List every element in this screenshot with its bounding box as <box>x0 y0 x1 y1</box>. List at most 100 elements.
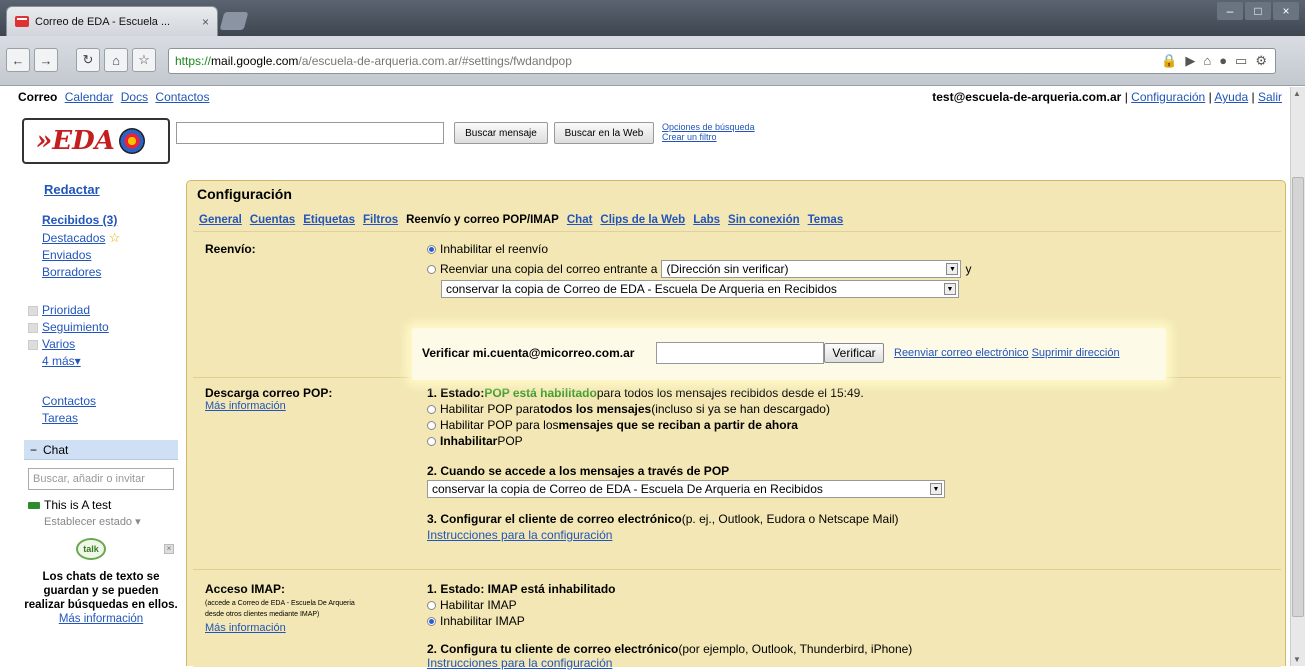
label-color-swatch <box>28 322 38 333</box>
pop-instructions-link[interactable]: Instrucciones para la configuración <box>427 528 612 542</box>
option-label: Habilitar IMAP <box>440 598 517 612</box>
tab-general[interactable]: General <box>199 214 242 226</box>
imap-instructions-link[interactable]: Instrucciones para la configuración <box>427 656 612 670</box>
help-link[interactable]: Ayuda <box>1214 90 1248 104</box>
pop-disable-option[interactable]: Inhabilitar POP <box>427 434 523 448</box>
pop-all-option[interactable]: Habilitar POP para todos los mensajes (i… <box>427 402 830 416</box>
tab-accounts[interactable]: Cuentas <box>250 214 295 226</box>
eda-logo[interactable]: »EDA <box>22 118 170 164</box>
compose-link[interactable]: Redactar <box>44 182 100 197</box>
radio-unselected[interactable] <box>427 420 436 430</box>
search-web-button[interactable]: Buscar en la Web <box>554 122 654 144</box>
page-menu-icon[interactable]: ▭ <box>1235 53 1247 69</box>
pop-more-info-link[interactable]: Más información <box>205 400 286 412</box>
tab-chat[interactable]: Chat <box>567 214 593 226</box>
imap-client-link-row: Instrucciones para la configuración <box>427 656 612 670</box>
imap-more-info-link[interactable]: Más información <box>205 622 286 634</box>
browser-tab[interactable]: Correo de EDA - Escuela ... × <box>6 6 218 36</box>
stop-icon[interactable]: ● <box>1219 53 1227 69</box>
minimize-icon[interactable]: – <box>1217 2 1243 20</box>
signout-link[interactable]: Salir <box>1258 90 1282 104</box>
verify-button[interactable]: Verificar <box>824 343 884 363</box>
account-email: test@escuela-de-arqueria.com.ar <box>932 90 1122 104</box>
wrench-icon[interactable]: ⚙ <box>1255 53 1267 69</box>
star-icon: ☆ <box>108 230 121 245</box>
nav-calendar[interactable]: Calendar <box>65 90 114 104</box>
more-labels-link[interactable]: 4 más▾ <box>42 354 81 368</box>
pop-when-option: conservar la copia de Correo de EDA - Es… <box>427 480 945 498</box>
logo-text: »EDA <box>36 126 115 156</box>
maximize-icon[interactable]: □ <box>1245 2 1271 20</box>
settings-link[interactable]: Configuración <box>1131 90 1205 104</box>
nav-docs[interactable]: Docs <box>121 90 148 104</box>
tab-offline[interactable]: Sin conexión <box>728 214 800 226</box>
chat-self[interactable]: This is A test <box>28 498 178 512</box>
scroll-down-icon[interactable]: ▼ <box>1293 655 1301 664</box>
play-icon[interactable]: ▶ <box>1185 53 1195 69</box>
inbox-link[interactable]: Recibidos (3) <box>42 213 117 227</box>
chat-more-info-link[interactable]: Más información <box>59 613 143 625</box>
tab-labels[interactable]: Etiquetas <box>303 214 355 226</box>
search-mail-button[interactable]: Buscar mensaje <box>454 122 548 144</box>
mail-search-input[interactable] <box>176 122 444 144</box>
forward-icon[interactable]: → <box>34 48 58 72</box>
page-scrollbar[interactable]: ▲ ▼ <box>1290 87 1305 666</box>
tasks-link[interactable]: Tareas <box>42 411 78 425</box>
create-filter-link[interactable]: Crear un filtro <box>662 132 717 142</box>
radio-unselected[interactable] <box>427 404 436 414</box>
tab-close-icon[interactable]: × <box>202 15 209 29</box>
chat-search-input[interactable]: Buscar, añadir o invitar <box>28 468 174 490</box>
lock-icon[interactable]: 🔒 <box>1161 53 1177 69</box>
address-bar[interactable]: https:// mail.google.com /a/escuela-de-a… <box>168 48 1276 74</box>
close-window-icon[interactable]: × <box>1273 2 1299 20</box>
radio-selected[interactable] <box>427 244 436 254</box>
home-icon[interactable]: ⌂ <box>104 48 128 72</box>
tab-title: Correo de EDA - Escuela ... <box>35 15 171 28</box>
option-label: Habilitar POP para los <box>440 418 559 432</box>
chat-header[interactable]: − Chat <box>24 440 178 460</box>
radio-unselected[interactable] <box>427 264 436 274</box>
sent-link[interactable]: Enviados <box>42 248 91 262</box>
starred-link[interactable]: Destacados <box>42 231 105 245</box>
new-tab-button[interactable] <box>219 12 249 30</box>
option-label: Habilitar POP para <box>440 402 540 416</box>
scroll-thumb[interactable] <box>1292 177 1304 617</box>
collapse-icon[interactable]: − <box>30 443 37 457</box>
back-icon[interactable]: ← <box>6 48 30 72</box>
url-host: mail.google.com <box>211 54 299 68</box>
tab-labs[interactable]: Labs <box>693 214 720 226</box>
radio-unselected[interactable] <box>427 436 436 446</box>
tab-web-clips[interactable]: Clips de la Web <box>600 214 685 226</box>
forward-address-select[interactable]: (Dirección sin verificar) ▼ <box>661 260 962 278</box>
nav-contacts[interactable]: Contactos <box>155 90 209 104</box>
label-misc[interactable]: Varios <box>42 336 75 353</box>
tab-themes[interactable]: Temas <box>808 214 844 226</box>
label-followup[interactable]: Seguimiento <box>42 319 109 336</box>
chat-dismiss-icon[interactable]: × <box>164 544 174 554</box>
forward-copy-option[interactable]: Reenviar una copia del correo entrante a… <box>427 260 971 278</box>
remove-address-link[interactable]: Suprimir dirección <box>1032 347 1120 359</box>
bookmark-star-icon[interactable]: ☆ <box>132 48 156 72</box>
scroll-up-icon[interactable]: ▲ <box>1293 89 1301 98</box>
tab-forwarding-pop-imap[interactable]: Reenvío y correo POP/IMAP <box>406 214 559 226</box>
resend-email-link[interactable]: Reenviar correo electrónico <box>894 347 1029 359</box>
imap-disable-option[interactable]: Inhabilitar IMAP <box>427 614 525 628</box>
imap-desc-line: desde otros clientes mediante IMAP) <box>205 611 320 618</box>
disable-forwarding-option[interactable]: Inhabilitar el reenvío <box>427 242 548 256</box>
search-options-link[interactable]: Opciones de búsqueda <box>662 122 755 132</box>
imap-enable-option[interactable]: Habilitar IMAP <box>427 598 517 612</box>
verification-code-input[interactable] <box>656 342 824 364</box>
radio-selected[interactable] <box>427 616 436 626</box>
label-priority[interactable]: Prioridad <box>42 302 90 319</box>
extension-icon[interactable]: ⌂ <box>1203 53 1211 69</box>
radio-unselected[interactable] <box>427 600 436 610</box>
set-status-dropdown[interactable]: Establecer estado ▾ <box>44 515 178 528</box>
forward-keep-select[interactable]: conservar la copia de Correo de EDA - Es… <box>441 280 959 298</box>
reload-icon[interactable]: ↻ <box>76 48 100 72</box>
video-camera-icon <box>28 501 40 509</box>
pop-now-option[interactable]: Habilitar POP para los mensajes que se r… <box>427 418 798 432</box>
pop-action-select[interactable]: conservar la copia de Correo de EDA - Es… <box>427 480 945 498</box>
drafts-link[interactable]: Borradores <box>42 265 101 279</box>
contacts-link[interactable]: Contactos <box>42 394 96 408</box>
tab-filters[interactable]: Filtros <box>363 214 398 226</box>
